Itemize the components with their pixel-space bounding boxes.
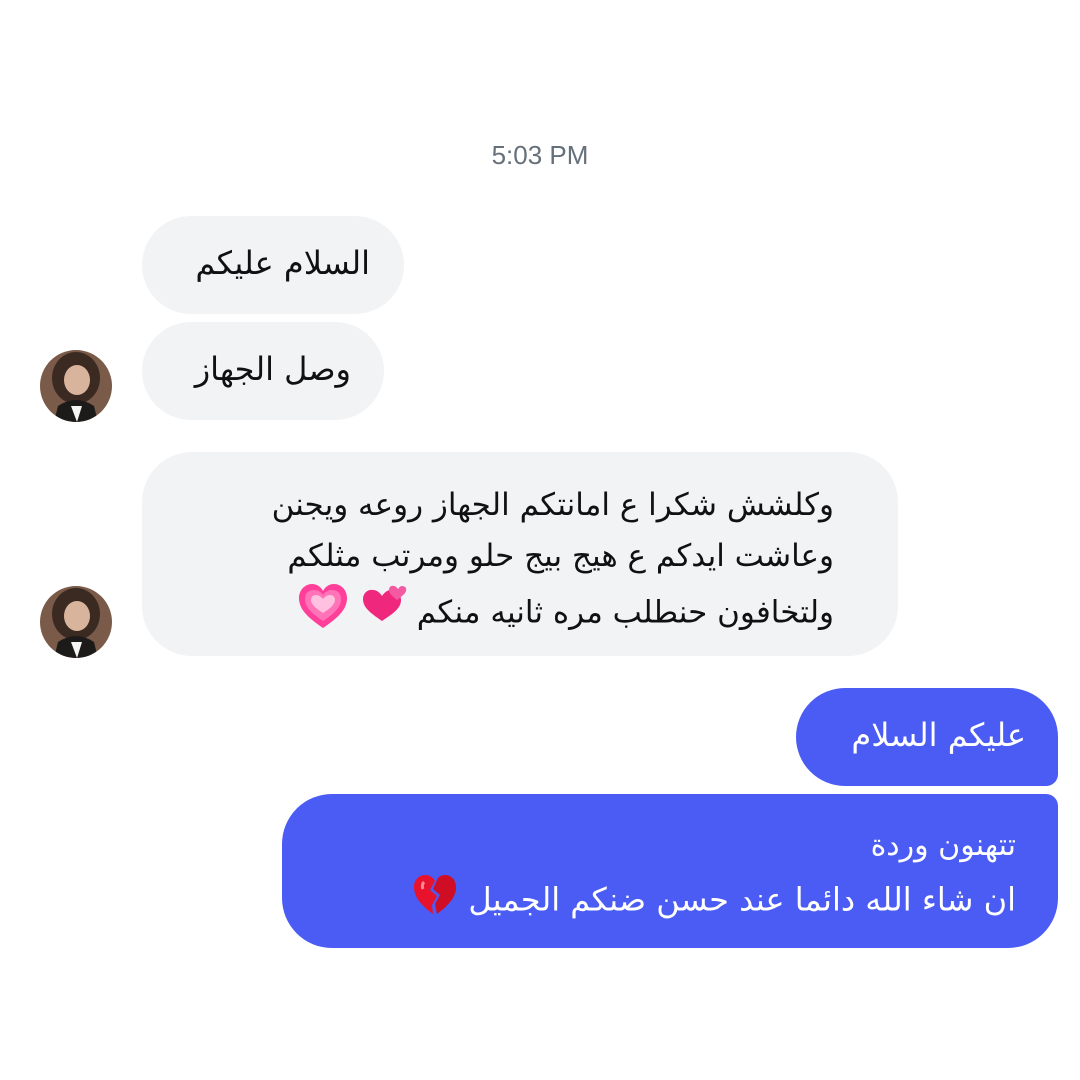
broken-heart-emoji-icon — [412, 872, 458, 931]
incoming-message-bubble[interactable]: وكلشش شكرا ع امانتكم الجهاز روعه ويجنن و… — [142, 452, 898, 656]
message-timestamp: 5:03 PM — [491, 140, 589, 170]
sender-avatar[interactable] — [40, 586, 112, 658]
message-text: السلام عليكم — [195, 244, 370, 282]
incoming-message-bubble[interactable]: السلام عليكم — [142, 216, 404, 314]
two-hearts-emoji-icon — [359, 585, 407, 643]
message-line: تتهنون وردة — [870, 828, 1016, 863]
message-line: وكلشش شكرا ع امانتكم الجهاز روعه ويجنن — [271, 487, 834, 523]
message-text: وصل الجهاز — [194, 350, 351, 388]
message-line: وعاشت ايدكم ع هيج بيج حلو ومرتب مثلكم — [287, 538, 834, 574]
message-line-with-emojis: ولتخافون حنطلب مره ثانيه منكم — [162, 582, 834, 646]
user-avatar-icon — [40, 350, 112, 422]
growing-heart-emoji-icon — [297, 582, 349, 646]
message-line: ان شاء الله دائما عند حسن ضنكم الجميل — [468, 880, 1016, 919]
sender-avatar[interactable] — [40, 350, 112, 422]
message-text: عليكم السلام — [851, 716, 1026, 754]
outgoing-message-bubble[interactable]: تتهنون وردة ان شاء الله دائما عند حسن ضن… — [282, 794, 1058, 948]
user-avatar-icon — [40, 586, 112, 658]
message-line: ولتخافون حنطلب مره ثانيه منكم — [416, 594, 834, 631]
outgoing-message-bubble[interactable]: عليكم السلام — [796, 688, 1058, 786]
incoming-message-bubble[interactable]: وصل الجهاز — [142, 322, 384, 420]
message-line-with-emoji: ان شاء الله دائما عند حسن ضنكم الجميل — [302, 872, 1016, 931]
